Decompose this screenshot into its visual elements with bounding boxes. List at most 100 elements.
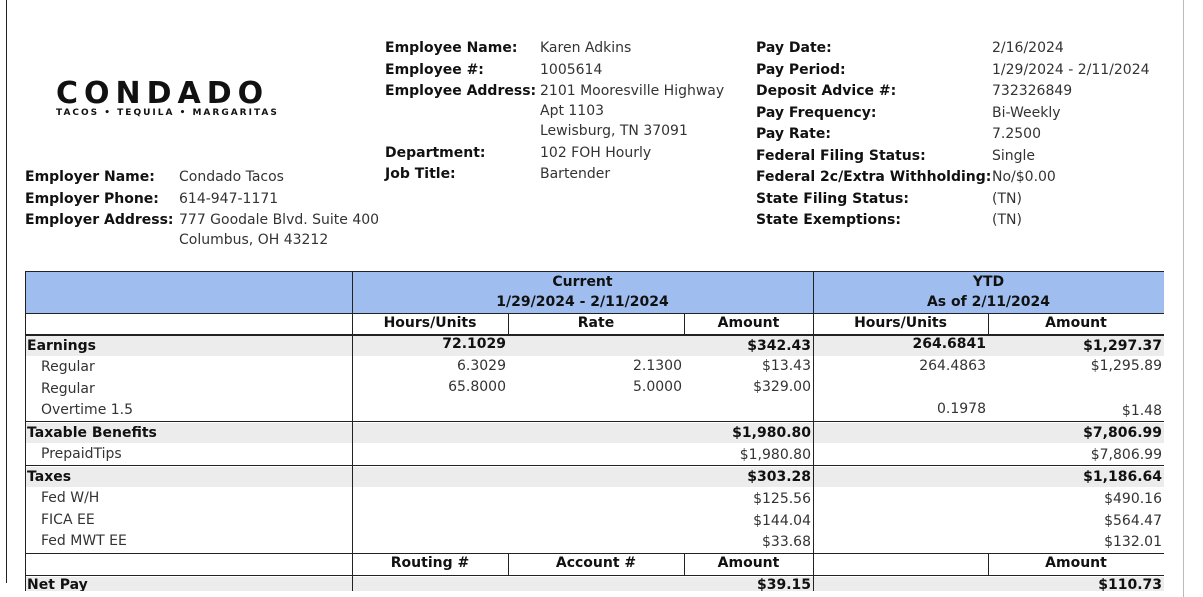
pay-rate-label: Pay Rate:: [756, 126, 831, 142]
col-header-ytd-amount: Amount: [1045, 315, 1107, 331]
employee-number-label: Employee #:: [385, 62, 484, 78]
earnings-label: Earnings: [27, 338, 97, 354]
job-title: Bartender: [540, 166, 611, 182]
col-header-rate: Rate: [577, 315, 615, 331]
pay-period: 1/29/2024 - 2/11/2024: [992, 62, 1150, 78]
earnings-ytd-hours-total: 264.6841: [912, 336, 986, 352]
federal-2c-label: Federal 2c/Extra Withholding:: [756, 169, 992, 185]
tax-row-amount: $125.56: [753, 491, 811, 507]
taxable-benefits-ytd-amount: $7,806.99: [1083, 425, 1162, 441]
pay-frequency-label: Pay Frequency:: [756, 105, 877, 121]
ytd-header-range: As of 2/11/2024: [926, 294, 1051, 310]
employee-name-label: Employee Name:: [385, 40, 518, 56]
earnings-row-ytd-hours: 0.1978: [937, 401, 986, 417]
employee-number: 1005614: [540, 62, 603, 78]
subheader-divider: [26, 334, 1164, 336]
employee-name: Karen Adkins: [540, 40, 632, 56]
earnings-row-hours: 65.8000: [448, 379, 506, 395]
employer-address-line1: 777 Goodale Blvd. Suite 400: [179, 212, 380, 228]
earnings-row-label: Overtime 1.5: [41, 402, 134, 418]
employee-address-line3: Lewisburg, TN 37091: [540, 123, 688, 139]
logo-tagline: TACOS • TEQUILA • MARGARITAS: [56, 108, 279, 118]
page-border-left: [6, 0, 7, 583]
earnings-row-ytd-hours: 264.4863: [919, 358, 986, 374]
ytd-header-title: YTD: [972, 274, 1005, 290]
employer-address-line2: Columbus, OH 43212: [179, 232, 329, 248]
col-header-account: Account #: [555, 555, 637, 571]
deposit-advice-label: Deposit Advice #:: [756, 83, 897, 99]
state-exemptions-label: State Exemptions:: [756, 212, 901, 228]
benefits-divider: [26, 465, 1164, 466]
federal-filing-status-label: Federal Filing Status:: [756, 148, 926, 164]
earnings-row-hours: 6.3029: [457, 358, 506, 374]
tax-row-ytd-amount: $490.16: [1104, 491, 1162, 507]
state-filing-status-label: State Filing Status:: [756, 191, 909, 207]
federal-filing-status: Single: [992, 148, 1036, 164]
earnings-amount-total: $342.43: [747, 338, 811, 354]
earnings-row-amount: $329.00: [753, 379, 811, 395]
employer-name: Condado Tacos: [179, 169, 284, 185]
net-pay-label: Net Pay: [27, 577, 88, 591]
employer-phone: 614-947-1171: [179, 191, 279, 207]
page-border-right: [1183, 0, 1184, 597]
header-divider: [26, 313, 1164, 314]
pay-date: 2/16/2024: [992, 40, 1064, 56]
earnings-table: Current 1/29/2024 - 2/11/2024 YTD As of …: [25, 271, 1164, 591]
job-title-label: Job Title:: [385, 166, 456, 182]
tax-row-amount: $33.68: [762, 534, 811, 550]
pay-rate: 7.2500: [992, 126, 1041, 142]
taxes-label: Taxes: [27, 469, 72, 485]
benefit-row-label: PrepaidTips: [41, 446, 122, 462]
earnings-divider: [26, 421, 1164, 422]
employer-name-label: Employer Name:: [25, 169, 155, 185]
pay-frequency: Bi-Weekly: [992, 105, 1061, 121]
earnings-row-amount: $13.43: [762, 358, 811, 374]
taxes-ytd-amount: $1,186.64: [1083, 469, 1162, 485]
taxes-divider: [26, 553, 1164, 554]
employee-address-line2: Apt 1103: [540, 103, 605, 119]
net-pay-amount: $39.15: [756, 577, 811, 591]
col-header-amount: Amount: [717, 315, 780, 331]
earnings-hours-total: 72.1029: [442, 336, 506, 352]
benefit-row-amount: $1,980.80: [739, 447, 811, 463]
tax-row-label: Fed W/H: [41, 490, 100, 506]
federal-2c-withholding: No/$0.00: [992, 169, 1056, 185]
tax-row-label: Fed MWT EE: [41, 533, 127, 549]
pay-stub-page: CONDADO TACOS • TEQUILA • MARGARITAS Emp…: [0, 0, 1203, 597]
tax-row-ytd-amount: $132.01: [1104, 534, 1162, 550]
employee-address-label: Employee Address:: [385, 83, 537, 99]
col-header-routing: Routing #: [390, 555, 470, 571]
col-header-ytd-hours: Hours/Units: [854, 315, 947, 331]
taxable-benefits-label: Taxable Benefits: [27, 425, 157, 441]
employee-address-line1: 2101 Mooresville Highway: [540, 83, 725, 99]
earnings-row-rate: 2.1300: [633, 358, 682, 374]
col-header-dd-ytd-amount: Amount: [1045, 555, 1107, 571]
current-header-range: 1/29/2024 - 2/11/2024: [496, 294, 669, 310]
state-exemptions: (TN): [992, 212, 1022, 228]
employer-address-label: Employer Address:: [25, 212, 174, 228]
earnings-row-label: Regular: [41, 381, 95, 397]
col-header-dd-amount: Amount: [717, 555, 780, 571]
earnings-row-ytd-amount: $1.48: [1121, 403, 1162, 419]
earnings-row-ytd-amount: $1,295.89: [1090, 358, 1162, 374]
state-filing-status: (TN): [992, 191, 1022, 207]
taxes-amount: $303.28: [747, 469, 811, 485]
logo-wordmark: CONDADO: [56, 76, 270, 111]
benefit-row-ytd-amount: $7,806.99: [1090, 447, 1162, 463]
tax-row-amount: $144.04: [753, 513, 811, 529]
current-header-title: Current: [552, 274, 613, 290]
department: 102 FOH Hourly: [540, 145, 652, 161]
deposit-advice-number: 732326849: [992, 83, 1073, 99]
department-label: Department:: [385, 145, 486, 161]
tax-row-ytd-amount: $564.47: [1104, 513, 1162, 529]
company-logo: CONDADO TACOS • TEQUILA • MARGARITAS: [56, 76, 328, 119]
taxable-benefits-amount: $1,980.80: [732, 425, 811, 441]
col-header-hours: Hours/Units: [383, 315, 477, 331]
pay-period-label: Pay Period:: [756, 62, 846, 78]
earnings-row-rate: 5.0000: [633, 379, 682, 395]
pay-date-label: Pay Date:: [756, 40, 832, 56]
net-pay-ytd-amount: $110.73: [1098, 577, 1162, 591]
earnings-ytd-amount-total: $1,297.37: [1083, 338, 1162, 354]
employer-phone-label: Employer Phone:: [25, 191, 159, 207]
tax-row-label: FICA EE: [41, 512, 95, 528]
